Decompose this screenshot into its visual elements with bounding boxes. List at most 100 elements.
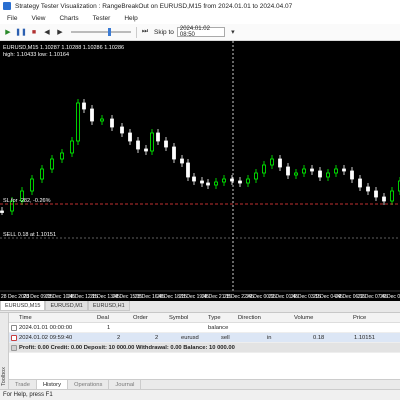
candle-body (70, 140, 74, 154)
price-chart[interactable]: EURUSD,M15 1.10287 1.10288 1.10286 1.102… (0, 41, 400, 301)
cell-time: 2024.01.02 09:59:40 (19, 335, 73, 341)
candle-body (254, 172, 258, 180)
calendar-icon[interactable]: ▾ (228, 27, 238, 37)
slider-thumb[interactable] (108, 28, 112, 36)
candle-body (302, 168, 306, 174)
app-icon (3, 2, 11, 10)
menu-view[interactable]: View (24, 15, 52, 22)
grid-header: Time Deal Order Symbol Type Direction Vo… (9, 313, 400, 323)
candle-body (278, 158, 282, 168)
candle-body (136, 140, 140, 150)
slider-track (71, 31, 131, 33)
candlestick-chart: EURUSD,M15 1.10287 1.10288 1.10286 1.102… (0, 41, 400, 300)
col-symbol[interactable]: Symbol (169, 313, 188, 323)
menu-bar: File View Charts Tester Help (0, 12, 400, 24)
candle-body (358, 178, 362, 188)
col-order[interactable]: Order (133, 313, 148, 323)
cell-deal: 1 (107, 325, 111, 331)
high-low-text: high: 1.10433 low: 1.10164 (3, 52, 69, 58)
history-grid: Time Deal Order Symbol Type Direction Vo… (9, 313, 400, 353)
chart-tab-eurusd-m1[interactable]: EURUSD,M1 (45, 301, 88, 311)
candle-body (238, 180, 242, 184)
window-title: Strategy Tester Visualization : RangeBre… (15, 2, 293, 10)
title-bar: Strategy Tester Visualization : RangeBre… (0, 0, 400, 12)
candle-body (294, 172, 298, 176)
candle-body (374, 190, 378, 198)
candle-body (172, 146, 176, 160)
cell-type: sell (221, 335, 230, 341)
skip-to-label: Skip to (154, 28, 174, 36)
candle-body (60, 152, 64, 160)
step-forward-icon[interactable]: ▶ (55, 27, 65, 37)
toolbox-panel: Toolbox Time Deal Order Symbol Type Dire… (0, 312, 400, 390)
menu-charts[interactable]: Charts (52, 15, 85, 22)
separator (136, 26, 137, 38)
table-row[interactable]: 2024.01.02 09:59:40 2 2 eurusd sell in 0… (9, 333, 400, 343)
table-row[interactable]: 2024.01.01 00:00:00 1 balance (9, 323, 400, 333)
skip-icon[interactable]: ⏭ (140, 27, 150, 37)
balance-summary-row: Profit: 0.00 Credit: 0.00 Deposit: 10 00… (9, 343, 400, 353)
candle-body (164, 140, 168, 148)
menu-help[interactable]: Help (117, 15, 144, 22)
cell-volume: 0.18 (313, 335, 325, 341)
pause-icon[interactable]: ❚❚ (15, 27, 27, 37)
candle-body (186, 162, 190, 178)
candle-body (222, 178, 226, 183)
candle-body (334, 168, 338, 174)
candle-body (310, 168, 314, 172)
chart-tab-eurusd-h1[interactable]: EURUSD,H1 (87, 301, 130, 311)
candle-body (230, 178, 234, 182)
candle-body (144, 148, 148, 152)
candle-body (350, 170, 354, 180)
time-axis-label: 29 Dec 09:15 (380, 294, 400, 300)
candle-body (270, 158, 274, 166)
candle-body (326, 172, 330, 178)
status-bar: For Help, press F1 (0, 389, 400, 400)
col-type[interactable]: Type (208, 313, 221, 323)
cell-price: 1.10151 (354, 335, 375, 341)
candle-body (110, 118, 114, 128)
candle-body (76, 102, 80, 142)
cell-type: balance (208, 325, 229, 331)
col-deal[interactable]: Deal (97, 313, 109, 323)
col-price[interactable]: Price (353, 313, 366, 323)
candle-body (382, 196, 386, 202)
balance-icon (11, 325, 17, 331)
cell-time: 2024.01.01 00:00:00 (19, 325, 73, 331)
menu-file[interactable]: File (0, 15, 24, 22)
candle-body (366, 186, 370, 192)
cell-symbol: eurusd (181, 335, 199, 341)
toolbox-side-tab[interactable]: Toolbox (0, 313, 9, 390)
col-volume[interactable]: Volume (294, 313, 313, 323)
status-text: For Help, press F1 (3, 392, 53, 398)
candle-body (120, 126, 124, 134)
skip-to-date-input[interactable]: 2024.01.02 08:50 (176, 26, 225, 38)
toolbar: ▶ ❚❚ ■ ◀ ▶ ⏭ Skip to 2024.01.02 08:50 ▾ (0, 24, 400, 41)
sell-deal-icon (11, 335, 17, 341)
candle-body (206, 182, 210, 186)
chart-tab-bar: EURUSD,M15 EURUSD,M1 EURUSD,H1 (0, 301, 400, 312)
stop-icon[interactable]: ■ (29, 27, 39, 37)
candle-body (50, 158, 54, 170)
chart-tab-eurusd-m15[interactable]: EURUSD,M15 (0, 301, 46, 311)
candle-body (286, 166, 290, 176)
col-direction[interactable]: Direction (238, 313, 261, 323)
candle-body (150, 132, 154, 152)
candle-body (0, 210, 4, 213)
candle-body (40, 168, 44, 180)
candle-body (30, 178, 34, 192)
candle-body (90, 108, 94, 122)
summary-icon (11, 345, 17, 351)
menu-tester[interactable]: Tester (86, 15, 118, 22)
cell-direction: in (267, 335, 272, 341)
candle-body (156, 132, 160, 142)
play-icon[interactable]: ▶ (3, 27, 13, 37)
sell-entry-label: SELL 0.18 at 1.10151 (3, 232, 56, 238)
candle-body (192, 176, 196, 182)
col-time[interactable]: Time (19, 313, 32, 323)
candle-body (318, 170, 322, 178)
speed-slider[interactable] (71, 27, 131, 37)
candle-body (100, 118, 104, 122)
candle-body (128, 132, 132, 142)
step-back-icon[interactable]: ◀ (42, 27, 52, 37)
